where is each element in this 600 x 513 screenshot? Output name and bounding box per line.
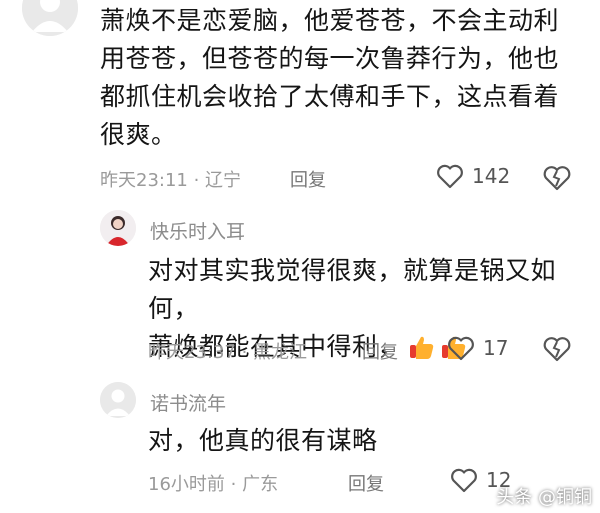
comment-time: 昨天23:37: [148, 342, 236, 363]
comment-meta: 16小时前 · 广东: [148, 474, 279, 495]
default-avatar-icon: [100, 382, 136, 418]
broken-heart-icon[interactable]: [542, 335, 572, 363]
comment-location: 黑龙江: [253, 342, 308, 363]
reply-button[interactable]: 回复: [348, 470, 384, 496]
broken-heart-icon[interactable]: [542, 164, 572, 192]
avatar[interactable]: [100, 382, 136, 418]
watermark: 头条 @铜铜: [496, 487, 592, 508]
comment-meta: 昨天23:37 · 黑龙江: [148, 342, 308, 363]
comment-meta: 昨天23:11 · 辽宁: [100, 170, 242, 191]
avatar[interactable]: [22, 0, 78, 36]
comment-text: 萧焕不是恋爱脑，他爱苍苍，不会主动利 用苍苍，但苍苍的每一次鲁莽行为，他也 都抓…: [100, 6, 560, 149]
comment-text: 对，他真的很有谋略: [148, 426, 378, 455]
reply-button[interactable]: 回复: [362, 338, 398, 364]
like-button[interactable]: 142: [436, 163, 510, 189]
default-avatar-icon: [22, 0, 78, 36]
comment-time: 昨天23:11: [100, 170, 188, 191]
comment-location: 辽宁: [205, 170, 242, 191]
reply-button[interactable]: 回复: [290, 166, 326, 192]
heart-outline-icon: [451, 468, 477, 493]
avatar[interactable]: [100, 210, 136, 246]
thumbs-up-emoji: [410, 336, 434, 359]
user-photo-avatar-icon: [100, 210, 136, 246]
comment-time: 16小时前: [148, 474, 225, 495]
heart-outline-icon: [437, 164, 463, 189]
like-count: 17: [483, 336, 509, 360]
like-count: 142: [472, 164, 511, 188]
comment-location: 广东: [242, 474, 279, 495]
username[interactable]: 诺书流年: [150, 389, 226, 416]
like-button[interactable]: 17: [447, 335, 508, 361]
heart-outline-icon: [448, 336, 474, 361]
username[interactable]: 快乐时入耳: [150, 217, 245, 244]
